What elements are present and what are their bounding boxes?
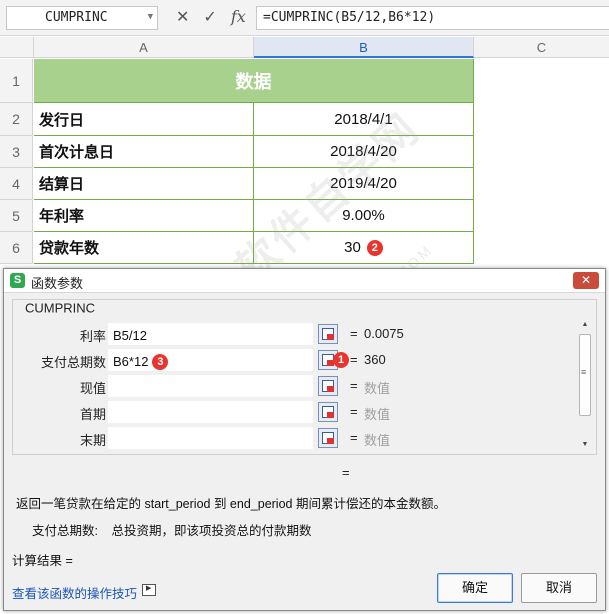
function-name: CUMPRINC xyxy=(23,300,98,316)
close-icon[interactable]: ✕ xyxy=(573,272,599,289)
arg-label: 支付总期数 xyxy=(40,355,106,370)
arg-input-pv[interactable] xyxy=(108,375,313,397)
name-box-text: CUMPRINC xyxy=(45,10,108,25)
fx-icon[interactable]: fx xyxy=(231,7,246,26)
calculation-result: 计算结果 = xyxy=(12,554,73,568)
arg-result: 360 xyxy=(364,352,386,367)
arg-result: 0.0075 xyxy=(364,326,404,341)
scroll-down-icon[interactable]: ▼ xyxy=(579,440,591,450)
chevron-down-icon[interactable]: ▼ xyxy=(148,12,153,22)
range-select-icon xyxy=(322,380,334,392)
function-description: 返回一笔贷款在给定的 start_period 到 end_period 期间累… xyxy=(16,497,446,511)
arg-input-nper[interactable]: B6*12 3 xyxy=(108,349,313,371)
range-select-icon xyxy=(322,328,334,340)
function-tips-link[interactable]: 查看该函数的操作技巧 xyxy=(12,583,137,602)
formula-icons: ✕ ✓ fx xyxy=(176,7,246,26)
collapse-dialog-button[interactable] xyxy=(318,428,338,448)
arg-input-value: B6*12 xyxy=(113,354,149,369)
arg-label: 现值 xyxy=(79,381,106,396)
row-header-6[interactable]: 6 xyxy=(0,232,33,264)
ok-button[interactable]: 确定 xyxy=(437,573,513,603)
arg-row-pv: 现值 = 数值 xyxy=(13,375,578,397)
step-badge-1: 1 xyxy=(333,352,349,368)
arg-equals: = xyxy=(350,430,358,445)
arg-equals: = xyxy=(350,378,358,393)
arg-equals: = xyxy=(350,326,358,341)
cell-b3[interactable]: 2018/4/20 xyxy=(254,136,474,168)
step-badge-2: 2 xyxy=(366,239,383,256)
parameter-help: 支付总期数: 总投资期，即该项投资总的付款期数 xyxy=(32,520,311,539)
cell-b5[interactable]: 9.00% xyxy=(254,200,474,232)
collapse-dialog-button[interactable] xyxy=(318,376,338,396)
arg-input-value: B5/12 xyxy=(113,328,147,343)
arg-row-rate: 利率 B5/12 = 0.0075 xyxy=(13,323,578,345)
cell-a6[interactable]: 贷款年数 xyxy=(34,232,254,264)
row-header-5[interactable]: 5 xyxy=(0,200,33,232)
arg-input-start-period[interactable] xyxy=(108,401,313,423)
column-header-c[interactable]: C xyxy=(474,37,609,58)
formula-bar: CUMPRINC ▼ ✕ ✓ fx =CUMPRINC(B5/12,B6*12) xyxy=(0,0,609,36)
cell-b6[interactable]: 30 2 xyxy=(254,232,474,264)
range-select-icon xyxy=(322,406,334,418)
parameter-help-name: 支付总期数: xyxy=(32,524,98,538)
row-header-2[interactable]: 2 xyxy=(0,103,33,136)
arg-row-start-period: 首期 = 数值 xyxy=(13,401,578,423)
scroll-thumb[interactable] xyxy=(579,334,591,416)
cell-b2[interactable]: 2018/4/1 xyxy=(254,103,474,136)
cell-a2[interactable]: 发行日 xyxy=(34,103,254,136)
app-logo-icon: S xyxy=(10,273,25,288)
column-header-b[interactable]: B xyxy=(254,37,474,58)
confirm-icon[interactable]: ✓ xyxy=(203,7,216,26)
range-select-icon xyxy=(322,432,334,444)
collapse-dialog-button[interactable] xyxy=(318,324,338,344)
function-args-group: CUMPRINC 利率 B5/12 = 0.0075 支付总期数 B6*12 3… xyxy=(12,299,597,455)
arg-label: 末期 xyxy=(79,433,106,448)
step-badge-3: 3 xyxy=(152,353,169,370)
cell-a5[interactable]: 年利率 xyxy=(34,200,254,232)
arg-row-end-period: 末期 = 数值 xyxy=(13,427,578,449)
row-header-1[interactable]: 1 xyxy=(0,59,33,103)
corner-select-all[interactable] xyxy=(0,37,34,58)
cell-a3[interactable]: 首次计息日 xyxy=(34,136,254,168)
arg-row-nper: 支付总期数 B6*12 3 1 = 360 xyxy=(13,349,578,371)
args-scrollbar[interactable]: ▲ ▼ xyxy=(578,320,592,450)
scroll-up-icon[interactable]: ▲ xyxy=(579,320,591,330)
collapse-dialog-button[interactable] xyxy=(318,402,338,422)
cell-b4[interactable]: 2019/4/20 xyxy=(254,168,474,200)
cell-a4[interactable]: 结算日 xyxy=(34,168,254,200)
column-header-a[interactable]: A xyxy=(34,37,254,58)
arg-result-placeholder: 数值 xyxy=(364,433,391,448)
function-arguments-dialog: S 函数参数 ✕ CUMPRINC 利率 B5/12 = 0.0075 支付总期… xyxy=(3,268,606,611)
arg-input-end-period[interactable] xyxy=(108,427,313,449)
arg-result-placeholder: 数值 xyxy=(364,381,391,396)
arg-equals: = xyxy=(350,404,358,419)
formula-input[interactable]: =CUMPRINC(B5/12,B6*12) xyxy=(256,6,609,30)
arg-result-placeholder: 数值 xyxy=(364,407,391,422)
dialog-title: 函数参数 xyxy=(31,276,84,291)
formula-result-equals: = xyxy=(342,465,350,480)
arg-label: 利率 xyxy=(79,329,106,344)
name-box[interactable]: CUMPRINC ▼ xyxy=(6,6,158,30)
arg-equals: = xyxy=(350,352,358,367)
arg-label: 首期 xyxy=(79,407,106,422)
dialog-titlebar[interactable]: S 函数参数 ✕ xyxy=(4,269,605,293)
arg-input-rate[interactable]: B5/12 xyxy=(108,323,313,345)
cell-b6-value: 30 xyxy=(344,239,361,256)
parameter-help-text: 总投资期，即该项投资总的付款期数 xyxy=(111,524,312,538)
row-header-4[interactable]: 4 xyxy=(0,168,33,200)
column-c-area[interactable] xyxy=(474,59,609,269)
table-title-cell[interactable]: 数据 xyxy=(34,59,474,103)
cancel-icon[interactable]: ✕ xyxy=(176,7,189,26)
cancel-button[interactable]: 取消 xyxy=(521,573,597,603)
video-play-icon[interactable] xyxy=(142,584,156,596)
row-header-3[interactable]: 3 xyxy=(0,136,33,168)
